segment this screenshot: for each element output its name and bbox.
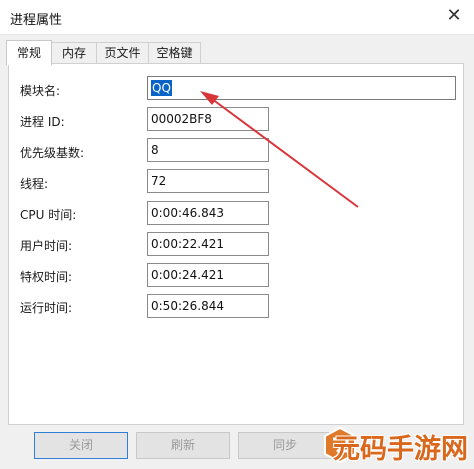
general-panel: 模块名: QQ 进程 ID: 00002BF8 优先级基数: 8 线程: 72 … <box>8 63 464 425</box>
tab-memory[interactable]: 内存 <box>51 42 97 64</box>
threads-label: 线程: <box>20 177 49 191</box>
tab-general[interactable]: 常规 <box>6 40 52 65</box>
run-time-label: 运行时间: <box>20 301 73 315</box>
title-bar: 进程属性 ✕ <box>0 0 474 35</box>
kernel-time-field[interactable]: 0:00:24.421 <box>147 263 269 287</box>
priority-base-field[interactable]: 8 <box>147 138 269 162</box>
module-name-label: 模块名: <box>20 84 61 98</box>
threads-field[interactable]: 72 <box>147 169 269 193</box>
priority-base-label: 优先级基数: <box>20 146 85 160</box>
close-window-icon[interactable]: ✕ <box>434 0 474 34</box>
tab-pagefile[interactable]: 页文件 <box>96 42 149 64</box>
window-title: 进程属性 <box>10 13 63 28</box>
refresh-button[interactable]: 刷新 <box>136 432 230 459</box>
module-name-field[interactable]: QQ <box>147 76 456 100</box>
watermark-text: 元码手游网 <box>333 434 468 465</box>
module-name-value: QQ <box>151 80 172 96</box>
close-button[interactable]: 关闭 <box>34 432 128 459</box>
kernel-time-label: 特权时间: <box>20 270 73 284</box>
run-time-field[interactable]: 0:50:26.844 <box>147 294 269 318</box>
process-id-label: 进程 ID: <box>20 115 65 129</box>
cpu-time-label: CPU 时间: <box>20 208 77 222</box>
user-time-field[interactable]: 0:00:22.421 <box>147 232 269 256</box>
process-id-field[interactable]: 00002BF8 <box>147 107 269 131</box>
user-time-label: 用户时间: <box>20 239 73 253</box>
tab-spacebar[interactable]: 空格键 <box>148 42 201 64</box>
cpu-time-field[interactable]: 0:00:46.843 <box>147 201 269 225</box>
sync-button[interactable]: 同步 <box>238 432 332 459</box>
